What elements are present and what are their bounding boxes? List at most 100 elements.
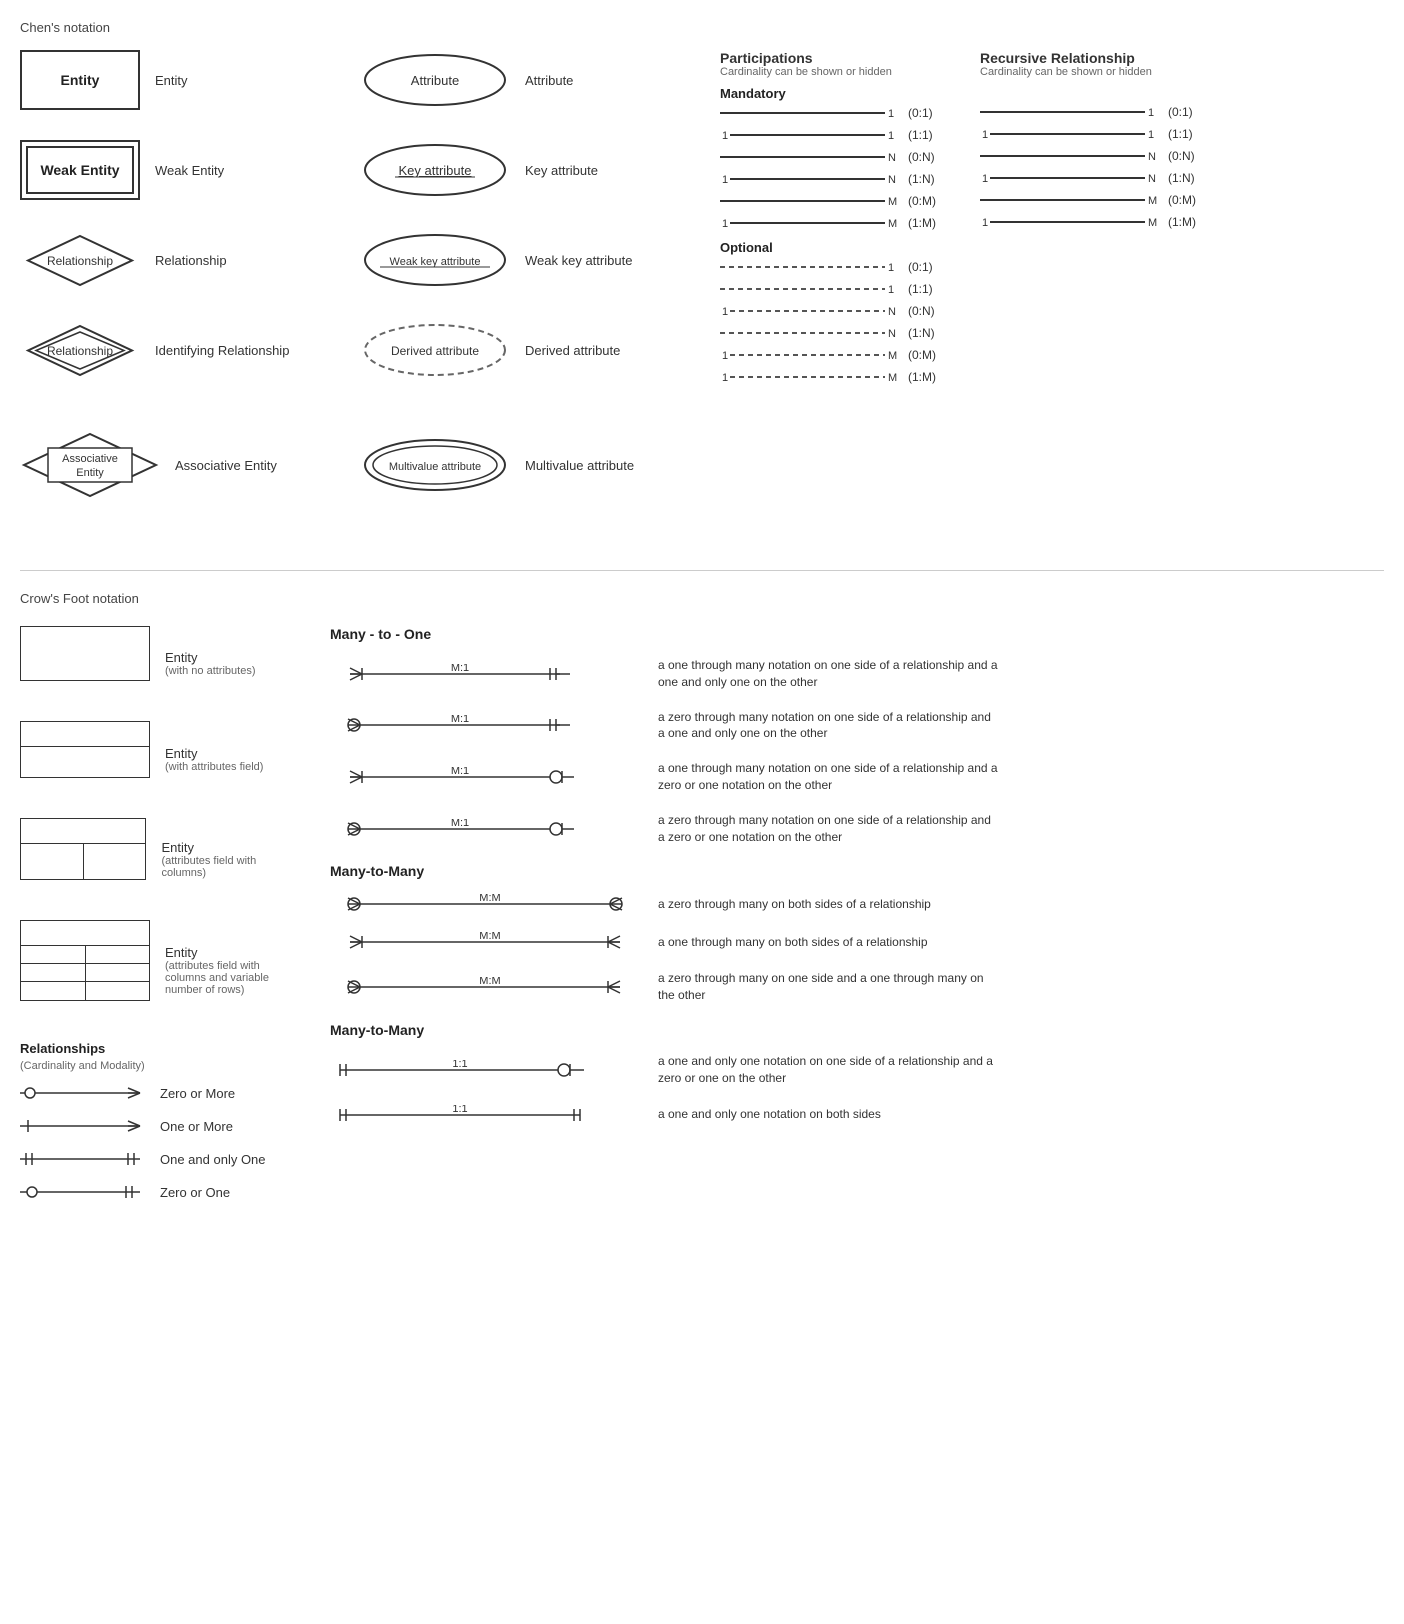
chens-entities-column: Entity Entity Weak Entity Weak Entity Re… — [20, 50, 360, 530]
attribute-label: Attribute — [525, 73, 573, 88]
rel-zero-more: Zero or More — [20, 1084, 300, 1102]
rec-label-0N: (0:N) — [1168, 149, 1208, 163]
svg-text:1: 1 — [888, 130, 894, 142]
crows-entity-rows-sublabel: (attributes field with columns and varia… — [165, 960, 295, 996]
cf-desc-m1-1: a one through many notation on one side … — [658, 657, 998, 691]
mandatory-1M: 1 M (1:M) — [720, 216, 980, 230]
rel-zero-one: Zero or One — [20, 1183, 300, 1201]
svg-text:M:M: M:M — [479, 932, 500, 942]
svg-text:M: M — [1148, 195, 1157, 207]
svg-text:Multivalue attribute: Multivalue attribute — [389, 461, 481, 473]
part-label-1M-m: (1:M) — [908, 216, 948, 230]
crows-notation-section: Crow's Foot notation Entity (with no att… — [20, 570, 1384, 1216]
many-to-one-title: Many - to - One — [330, 626, 1384, 642]
crows-entity-simple-item: Entity (with no attributes) — [20, 626, 300, 701]
rec-label-11: (1:1) — [1168, 127, 1208, 141]
recursive-1M: 1 M (1:M) — [980, 215, 1384, 229]
derived-attribute-item: Derived attribute Derived attribute — [360, 320, 720, 380]
svg-text:M: M — [888, 372, 897, 384]
svg-text:1: 1 — [722, 130, 728, 142]
part-label-1M-o: (1:M) — [908, 370, 948, 384]
key-attribute-shape: Key attribute — [360, 140, 510, 200]
assoc-entity-item: Associative Entity Associative Entity — [20, 430, 360, 500]
many-to-many-title: Many-to-Many — [330, 863, 1384, 879]
svg-text:1: 1 — [1148, 107, 1154, 119]
svg-text:1:1: 1:1 — [452, 1105, 467, 1115]
chens-attributes-column: Attribute Attribute Key attribute Key at… — [360, 50, 720, 530]
cf-desc-mm-2: a one through many on both sides of a re… — [658, 934, 928, 951]
rec-label-1M: (1:M) — [1168, 215, 1208, 229]
id-relationship-item: Relationship Identifying Relationship — [20, 320, 360, 380]
cf-desc-m1-3: a one through many notation on one side … — [658, 760, 998, 794]
id-relationship-label: Identifying Relationship — [155, 343, 289, 358]
part-label-11-o: (1:1) — [908, 282, 948, 296]
derived-attribute-shape: Derived attribute — [360, 320, 510, 380]
svg-text:M:1: M:1 — [451, 767, 469, 777]
participations-subtitle: Cardinality can be shown or hidden — [720, 66, 980, 78]
optional-1N: N (1:N) — [720, 326, 980, 340]
recursive-0N: N (0:N) — [980, 149, 1384, 163]
cf-m1-2: M:1 a zero through many notation on one … — [330, 709, 1384, 743]
recursive-subtitle: Cardinality can be shown or hidden — [980, 66, 1384, 78]
cf-mm-1: M:M a zero through many on both sides of… — [330, 894, 1384, 914]
svg-text:M: M — [888, 350, 897, 362]
cf-desc-mm-3: a zero through many on one side and a on… — [658, 970, 998, 1004]
multivalue-attribute-item: Multivalue attribute Multivalue attribut… — [360, 435, 720, 495]
optional-01: 1 (0:1) — [720, 260, 980, 274]
cf-mm-3: M:M a zero through many on one side and … — [330, 970, 1384, 1004]
one-to-one-title: Many-to-Many — [330, 1022, 1384, 1038]
cf-m1-3: M:1 a one through many notation on one s… — [330, 760, 1384, 794]
weak-entity-label: Weak Entity — [155, 163, 224, 178]
svg-text:Attribute: Attribute — [411, 73, 459, 88]
cf-desc-m1-4: a zero through many notation on one side… — [658, 812, 998, 846]
svg-text:1: 1 — [888, 284, 894, 296]
rel-one-more-label: One or More — [160, 1119, 233, 1134]
svg-text:Relationship: Relationship — [47, 344, 113, 358]
svg-text:N: N — [888, 152, 896, 164]
svg-text:Weak key attribute: Weak key attribute — [390, 256, 481, 268]
relationships-title: Relationships — [20, 1041, 300, 1056]
attribute-item: Attribute Attribute — [360, 50, 720, 110]
recursive-section: Recursive Relationship Cardinality can b… — [980, 50, 1384, 530]
svg-text:M: M — [888, 196, 897, 208]
svg-text:M:1: M:1 — [451, 664, 469, 674]
cf-m1-4: M:1 a zero through many notation on one … — [330, 812, 1384, 846]
svg-text:N: N — [888, 306, 896, 318]
cf-desc-mm-1: a zero through many on both sides of a r… — [658, 896, 931, 913]
crows-entity-attr-shape — [20, 721, 150, 778]
entity-item: Entity Entity — [20, 50, 360, 110]
svg-text:Derived attribute: Derived attribute — [391, 344, 479, 358]
recursive-1N: 1 N (1:N) — [980, 171, 1384, 185]
entity-shape: Entity — [20, 50, 140, 110]
part-label-1N-o: (1:N) — [908, 326, 948, 340]
cf-11-2: 1:1 a one and only one notation on both … — [330, 1105, 1384, 1125]
rec-label-0M: (0:M) — [1168, 193, 1208, 207]
svg-text:N: N — [888, 328, 896, 340]
chens-main-content: Entity Entity Weak Entity Weak Entity Re… — [20, 50, 1384, 530]
part-label-0N-o: (0:N) — [908, 304, 948, 318]
crows-entity-simple-shape — [20, 626, 150, 681]
relationships-subtitle: (Cardinality and Modality) — [20, 1060, 300, 1072]
crows-entity-rows-item: Entity (attributes field with columns an… — [20, 920, 300, 1021]
svg-text:1: 1 — [888, 262, 894, 274]
part-label-11-m: (1:1) — [908, 128, 948, 142]
crows-entity-cols-sublabel: (attributes field with columns) — [161, 855, 300, 879]
svg-text:M:1: M:1 — [451, 819, 469, 829]
crows-entity-attr-sublabel: (with attributes field) — [165, 761, 263, 773]
svg-text:1: 1 — [982, 129, 988, 141]
svg-text:1: 1 — [982, 173, 988, 185]
svg-text:1: 1 — [982, 217, 988, 229]
svg-text:1: 1 — [722, 306, 728, 318]
svg-text:1: 1 — [722, 350, 728, 362]
cf-desc-11-2: a one and only one notation on both side… — [658, 1106, 881, 1123]
recursive-01: 1 (0:1) — [980, 105, 1384, 119]
cf-mm-2: M:M a one through many on both sides of … — [330, 932, 1384, 952]
svg-text:M:M: M:M — [479, 894, 500, 904]
weak-entity-item: Weak Entity Weak Entity — [20, 140, 360, 200]
mandatory-11: 1 1 (1:1) — [720, 128, 980, 142]
part-label-01-o: (0:1) — [908, 260, 948, 274]
multivalue-attribute-shape: Multivalue attribute — [360, 435, 510, 495]
recursive-0M: M (0:M) — [980, 193, 1384, 207]
crows-entity-cols-shape — [20, 818, 146, 880]
crows-entities-column: Entity (with no attributes) Entity (with… — [20, 626, 300, 1216]
